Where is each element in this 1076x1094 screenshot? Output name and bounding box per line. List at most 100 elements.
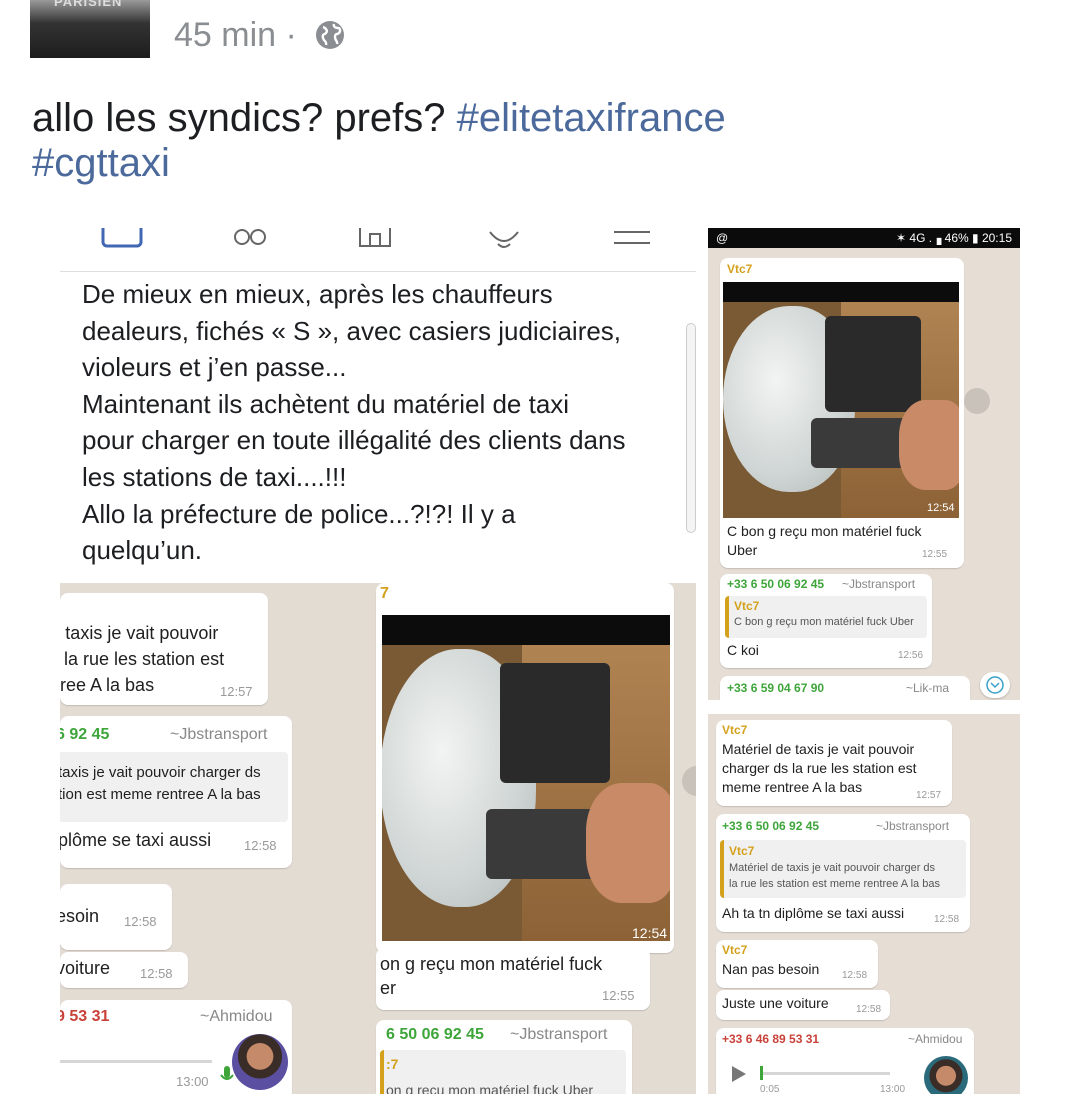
avatar-caption: PARISIEN — [54, 0, 123, 9]
sender-phone[interactable]: 9 53 31 — [60, 1008, 109, 1026]
fb-screenshot-region: De mieux en mieux, après les chauffeurs … — [60, 228, 696, 583]
hashtag-link[interactable]: #cgttaxi — [32, 141, 170, 185]
sender-name: ~Jbstransport — [170, 726, 268, 743]
photo-time: 12:54 — [632, 925, 668, 941]
post-text: allo les syndics? prefs? #elitetaxifranc… — [32, 96, 1032, 186]
news-feed-icon — [101, 228, 143, 248]
message-time: 12:58 — [140, 966, 173, 981]
chat-photo[interactable]: 12:54 — [723, 282, 959, 518]
post-text-main: allo les syndics? prefs? — [32, 96, 446, 140]
screenshot-image-right-bottom[interactable]: Vtc7 Matériel de taxis je vait pouvoir c… — [708, 714, 1020, 1094]
sender-phone[interactable]: +33 6 59 04 67 90 — [727, 681, 824, 695]
message-time: 12:58 — [244, 838, 277, 853]
voice-progress-track[interactable] — [760, 1072, 890, 1075]
chevron-down-icon — [986, 676, 1004, 694]
photo-time: 12:54 — [927, 502, 955, 514]
voice-message: +33 6 46 89 53 31 ~Ahmidou 0:05 13:00 — [716, 1028, 974, 1094]
message-text: esoin — [60, 906, 100, 926]
sender-phone[interactable]: +33 6 46 89 53 31 — [722, 1032, 819, 1046]
sender-name: ~Jbstransport — [510, 1026, 608, 1043]
hashtag-link[interactable]: #elitetaxifrance — [457, 96, 726, 140]
chat-bubble: Juste une voiture 12:58 — [716, 990, 890, 1020]
message-time: 12:55 — [922, 549, 948, 560]
message-time: 12:55 — [602, 988, 635, 1003]
facebook-post: PARISIEN 45 min · allo les syndics? pref… — [0, 0, 1076, 1094]
quoted-text: la rue les station est meme rentree A la… — [729, 878, 940, 890]
quoted-text: on g reçu mon matériel fuck Uber — [386, 1082, 593, 1094]
message-text: on g reçu mon matériel fuck — [380, 954, 603, 974]
voice-progress-track[interactable] — [60, 1060, 212, 1063]
quoted-text: tion est meme rentree A la bas — [60, 786, 261, 803]
sender-phone[interactable]: 6 50 06 92 45 — [386, 1026, 484, 1044]
message-text: Juste une voiture — [722, 995, 829, 1011]
message-text: Ah ta tn diplôme se taxi aussi — [722, 905, 905, 921]
chat-bubble: +33 6 59 04 67 90 ~Lik-ma — [720, 676, 970, 700]
message-time: 13:00 — [880, 1084, 906, 1094]
message-time: 12:56 — [898, 650, 924, 661]
menu-icon — [614, 231, 650, 244]
avatar[interactable] — [232, 1034, 288, 1090]
sender-name: ~Lik-ma — [906, 681, 950, 695]
message-text: C bon g reçu mon matériel fuck — [727, 523, 922, 539]
voice-message: 9 53 31 ~Ahmidou 13:00 — [60, 1000, 292, 1094]
avatar[interactable] — [924, 1056, 968, 1094]
voice-duration: 0:05 — [760, 1084, 780, 1094]
chat-bubble: • taxis je vait pouvoir la rue les stati… — [60, 593, 268, 705]
message-text: C koi — [727, 642, 759, 658]
chat-bubble: Vtc7 Matériel de taxis je vait pouvoir c… — [716, 720, 952, 806]
quoted-message[interactable]: taxis je vait pouvoir charger ds tion es… — [60, 752, 288, 822]
sender-name: ~Ahmidou — [908, 1032, 963, 1046]
chat-bubble: 6 50 06 92 45 ~Jbstransport :7 on g reçu… — [376, 1020, 632, 1094]
avatar[interactable]: PARISIEN — [30, 0, 150, 58]
quoted-sender: Vtc7 — [729, 844, 755, 858]
forward-icon[interactable] — [682, 766, 696, 796]
message-text: Nan pas besoin — [722, 961, 820, 977]
status-icon: @ — [716, 231, 729, 245]
sender-phone[interactable]: +33 6 50 06 92 45 — [722, 819, 819, 833]
sender-name: ~Ahmidou — [200, 1008, 273, 1025]
post-timestamp[interactable]: 45 min · — [174, 16, 297, 55]
sender-name: ~Jbstransport — [842, 577, 916, 591]
screenshot-image-right-top[interactable]: @ ✶ 4G .▗ 46% ▮ 20:15 Vtc7 12:54 C bon g… — [708, 228, 1020, 700]
message-text: ree A la bas — [60, 675, 155, 695]
message-time: 12:58 — [856, 1004, 882, 1015]
chat-photo[interactable]: 12:54 — [382, 615, 670, 941]
image-message[interactable]: Vtc7 12:54 C bon g reçu mon matériel fuc… — [720, 258, 964, 568]
sender-name: Vtc7 — [722, 723, 748, 737]
message-text: la rue les station est — [64, 649, 225, 669]
sender-name: Vtc7 — [727, 262, 753, 276]
message-time: 12:58 — [934, 914, 960, 925]
sender-phone[interactable]: +33 6 50 06 92 45 — [727, 577, 824, 591]
screenshot-image-left[interactable]: De mieux en mieux, après les chauffeurs … — [60, 228, 696, 1094]
scroll-down-button[interactable] — [980, 672, 1010, 698]
quoted-message[interactable]: Vtc7 Matériel de taxis je vait pouvoir c… — [720, 840, 966, 898]
sender-name: Vtc7 — [722, 943, 748, 957]
message-time: 12:58 — [124, 914, 157, 929]
fb-post-body: De mieux en mieux, après les chauffeurs … — [82, 279, 626, 566]
message-text: Matériel de taxis je vait pouvoir — [722, 741, 915, 757]
quoted-text: C bon g reçu mon matériel fuck Uber — [734, 616, 914, 628]
chat-bubble: Vtc7 Nan pas besoin 12:58 — [716, 940, 878, 988]
message-time: 12:57 — [916, 790, 942, 801]
chat-bubble: 6 92 45 ~Jbstransport taxis je vait pouv… — [60, 716, 292, 868]
quoted-text: Matériel de taxis je vait pouvoir charge… — [729, 862, 936, 874]
sender-phone[interactable]: 6 92 45 — [60, 726, 109, 744]
chat-bubble: +33 6 50 06 92 45 ~Jbstransport Vtc7 Mat… — [716, 814, 970, 932]
message-text: voiture — [60, 958, 111, 978]
image-message[interactable]: 7 12:54 — [376, 583, 674, 953]
message-text: er — [380, 978, 397, 998]
chat-bubble: +33 6 50 06 92 45 ~Jbstransport Vtc7 C b… — [720, 574, 932, 668]
chat-bubble: esoin 12:58 — [60, 884, 172, 950]
voice-progress-thumb[interactable] — [760, 1066, 763, 1080]
sender-label: 7 — [380, 585, 389, 602]
chat-bubble: on g reçu mon matériel fuck er 12:55 — [376, 948, 650, 1010]
quoted-sender: :7 — [386, 1056, 399, 1072]
play-icon[interactable] — [732, 1066, 746, 1082]
message-text: charger ds la rue les station est — [722, 760, 917, 776]
forward-icon[interactable] — [964, 388, 990, 414]
message-text: plôme se taxi aussi — [60, 830, 212, 850]
quoted-message[interactable]: :7 on g reçu mon matériel fuck Uber — [380, 1050, 626, 1094]
friends-icon — [234, 229, 266, 245]
quoted-message[interactable]: Vtc7 C bon g reçu mon matériel fuck Uber — [725, 596, 927, 638]
scrollbar — [686, 323, 696, 533]
